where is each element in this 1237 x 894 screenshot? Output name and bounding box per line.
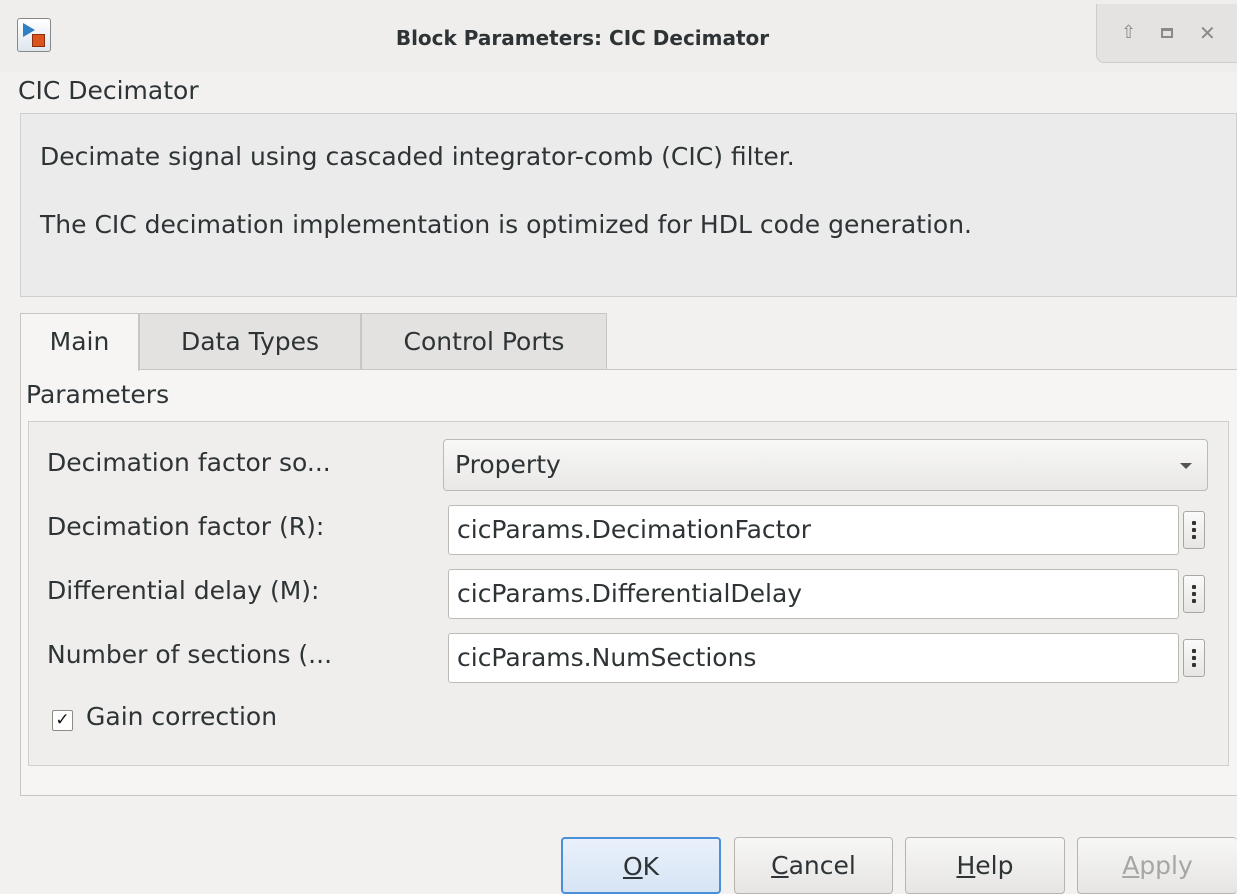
decimation-source-label: Decimation factor so... [47,448,331,477]
block-parameters-dialog: Block Parameters: CIC Decimator ⇧ ✕ CIC … [0,0,1237,894]
apply-button[interactable]: Apply [1077,837,1237,894]
parameters-group-label: Parameters [26,380,170,409]
up-arrow-icon[interactable]: ⇧ [1121,24,1136,42]
tab-main[interactable]: Main [20,313,139,371]
window-title: Block Parameters: CIC Decimator [395,26,770,50]
apply-label: pply [1139,851,1193,880]
apply-mnemonic: A [1122,851,1140,880]
window-controls: ⇧ ✕ [1096,4,1237,63]
num-sections-label: Number of sections (... [47,640,333,669]
cancel-button[interactable]: Cancel [734,837,893,894]
decimation-source-value: Property [455,450,561,479]
differential-delay-field[interactable]: cicParams.DifferentialDelay [448,569,1179,619]
cancel-label: ancel [788,851,856,880]
ok-label: K [642,852,660,881]
decimation-factor-more-button[interactable] [1183,511,1205,549]
gain-correction-label[interactable]: Gain correction [86,702,277,731]
title-bar[interactable]: Block Parameters: CIC Decimator ⇧ ✕ [0,0,1237,72]
num-sections-more-button[interactable] [1183,639,1205,677]
chevron-down-icon [1180,463,1192,469]
help-label: elp [975,851,1014,880]
description-line: Decimate signal using cascaded integrato… [40,142,795,171]
block-name: CIC Decimator [18,76,199,105]
num-sections-field[interactable]: cicParams.NumSections [448,633,1179,683]
gain-correction-checkbox[interactable]: ✓ [52,710,73,731]
tab-data-types[interactable]: Data Types [139,313,361,369]
maximize-icon[interactable] [1161,24,1173,42]
decimation-source-dropdown[interactable]: Property [443,439,1208,491]
close-icon[interactable]: ✕ [1199,23,1216,43]
decimation-factor-field[interactable]: cicParams.DecimationFactor [448,505,1179,555]
decimation-factor-label: Decimation factor (R): [47,512,325,541]
cancel-mnemonic: C [771,851,789,880]
help-mnemonic: H [956,851,976,880]
differential-delay-label: Differential delay (M): [47,576,320,605]
ok-button[interactable]: OK [561,837,721,894]
ok-mnemonic: O [622,852,643,881]
help-button[interactable]: Help [905,837,1065,894]
tab-control-ports[interactable]: Control Ports [361,313,607,369]
description-line: The CIC decimation implementation is opt… [40,210,972,239]
differential-delay-more-button[interactable] [1183,575,1205,613]
description-panel: Decimate signal using cascaded integrato… [20,113,1237,297]
